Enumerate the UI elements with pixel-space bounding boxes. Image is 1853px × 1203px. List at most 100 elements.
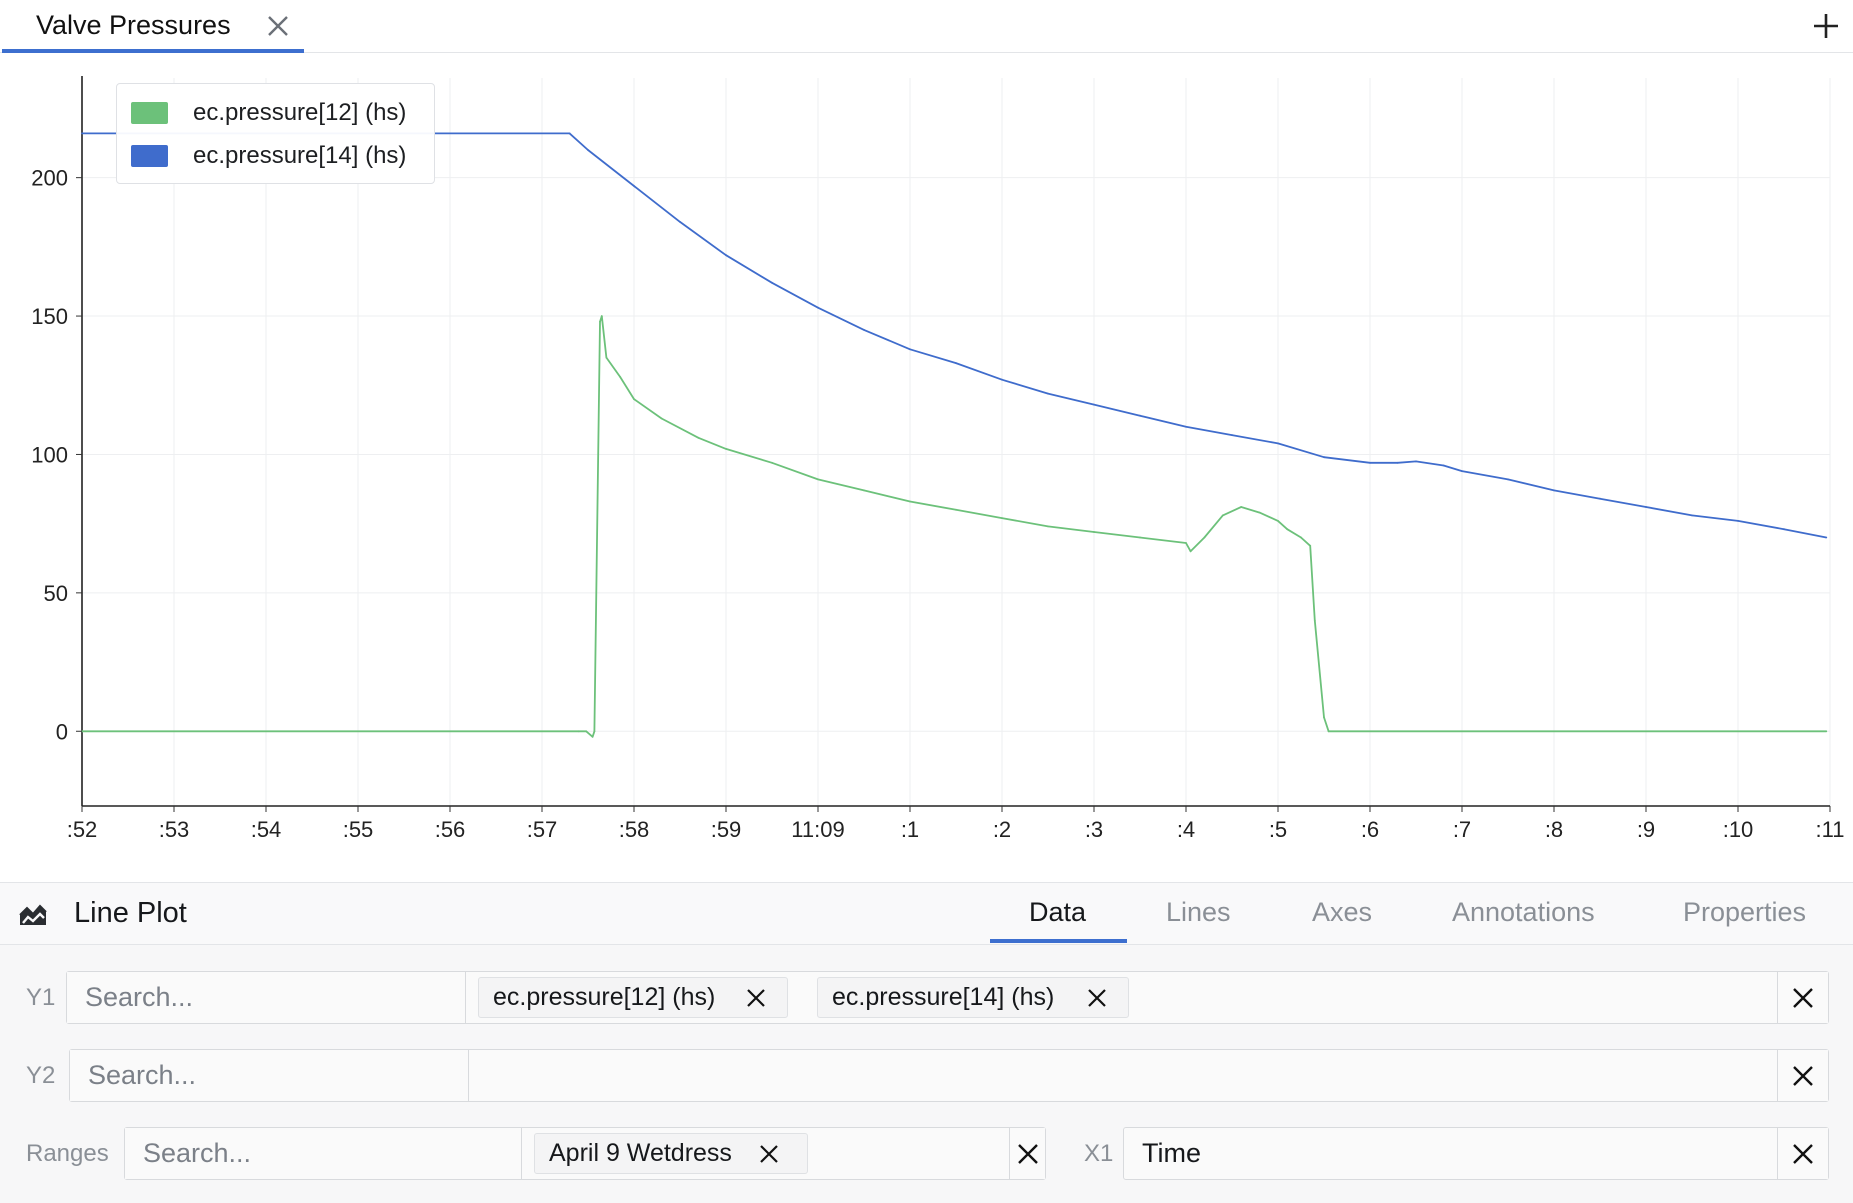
x-tick-label: :58 [619,817,650,842]
data-point [1825,730,1828,733]
data-point [725,254,727,257]
data-point [599,320,601,323]
data-point [81,132,83,135]
data-point [1203,536,1206,539]
x-tick-label: 11:09 [791,817,844,842]
y1-search-input[interactable] [67,972,466,1023]
data-point [1047,392,1049,395]
y-tick-label: 150 [31,304,68,329]
data-point [1001,517,1003,519]
remove-chip-icon[interactable] [745,987,767,1009]
x-tick-label: :6 [1361,817,1379,842]
data-point [1323,716,1325,719]
data-point [1240,506,1243,508]
y2-search-input[interactable] [70,1050,469,1101]
plot-config-panel: Line Plot Data Lines Axes Annotations Pr… [0,882,1853,1203]
remove-chip-icon[interactable] [1086,987,1108,1009]
x-tick-label: :2 [993,817,1011,842]
y1-chip: ec.pressure[14] (hs) [817,977,1129,1018]
x1-clear-button[interactable] [1777,1128,1828,1179]
data-point [1313,619,1316,622]
data-point [1300,536,1302,539]
x-axis-ticks: :52:53:54:55:56:57:58:59 11:09:1:2:3:4:5:… [67,806,1844,842]
data-point [1645,506,1647,508]
y2-field [69,1049,1829,1102]
x-tick-label: :8 [1545,817,1563,842]
data-point [909,500,911,503]
legend-swatch [131,102,168,124]
data-point [1415,460,1417,463]
data-point [1553,489,1555,492]
data-point [955,508,957,511]
data-point [1093,531,1095,533]
close-icon [1017,1143,1038,1164]
ranges-label: Ranges [26,1140,109,1167]
data-point [1277,520,1279,522]
data-point [863,489,865,492]
close-icon [1793,987,1813,1008]
chart-axes [81,76,1830,807]
data-point [863,329,865,331]
legend-label: ec.pressure[14] (hs) [193,142,407,169]
y1-chip: ec.pressure[12] (hs) [478,977,788,1018]
ranges-chip: April 9 Wetdress [534,1133,808,1174]
data-point [1323,456,1325,459]
close-icon[interactable] [264,12,292,40]
data-point [1737,520,1739,522]
x-tick-label: :54 [251,817,282,842]
chart-legend: ec.pressure[12] (hs) ec.pressure[14] (hs… [116,83,435,184]
chart-series [81,132,1828,738]
data-point [619,376,622,378]
legend-item[interactable]: ec.pressure[14] (hs) [131,141,406,171]
data-point [1221,514,1224,517]
data-point [593,730,596,733]
close-icon [1793,1143,1813,1164]
x1-field[interactable]: Time [1123,1127,1829,1180]
data-point [1139,536,1141,539]
data-point [1001,378,1003,381]
data-point [1507,478,1509,481]
y1-clear-button[interactable] [1777,972,1828,1023]
ranges-clear-button[interactable] [1009,1128,1045,1179]
data-point [1185,542,1187,544]
data-point [1185,425,1187,428]
legend-swatch [131,145,168,167]
ranges-search-input[interactable] [125,1128,522,1179]
data-point [1691,514,1693,517]
tab-valve-pressures[interactable]: Valve Pressures [2,0,304,53]
tab-axes[interactable]: Axes [1312,897,1372,928]
tab-data[interactable]: Data [1029,897,1086,928]
data-point [568,132,571,135]
x-tick-label: :7 [1453,817,1471,842]
data-point [1783,528,1785,531]
chip-label: ec.pressure[14] (hs) [832,983,1055,1011]
tab-lines[interactable]: Lines [1166,897,1231,928]
x-tick-label: :10 [1723,817,1754,842]
y2-clear-button[interactable] [1777,1050,1828,1101]
data-point [1286,528,1289,531]
data-point [1825,536,1828,539]
x-tick-label: :3 [1085,817,1103,842]
legend-item[interactable]: ec.pressure[12] (hs) [131,98,406,128]
chip-label: April 9 Wetdress [549,1139,732,1167]
data-point [1189,550,1192,553]
series-line-1 [82,132,1827,539]
tab-properties[interactable]: Properties [1683,897,1806,928]
data-point [679,221,681,223]
x1-label: X1 [1084,1140,1114,1167]
plus-icon[interactable] [1810,10,1842,42]
y-tick-label: 200 [31,166,68,191]
data-point [955,362,957,364]
x-tick-label: :59 [711,817,742,842]
chart-grid [81,78,1831,806]
y1-label: Y1 [26,984,56,1011]
tab-annotations[interactable]: Annotations [1452,897,1595,928]
x-tick-label: :57 [527,817,558,842]
y-axis-ticks: 200 150 100 50 0 [31,166,82,744]
data-point [660,417,663,420]
y-tick-label: 100 [31,442,68,467]
x-tick-label: :1 [901,817,919,842]
remove-chip-icon[interactable] [758,1143,780,1165]
data-point [633,185,635,187]
data-point [1396,461,1399,464]
